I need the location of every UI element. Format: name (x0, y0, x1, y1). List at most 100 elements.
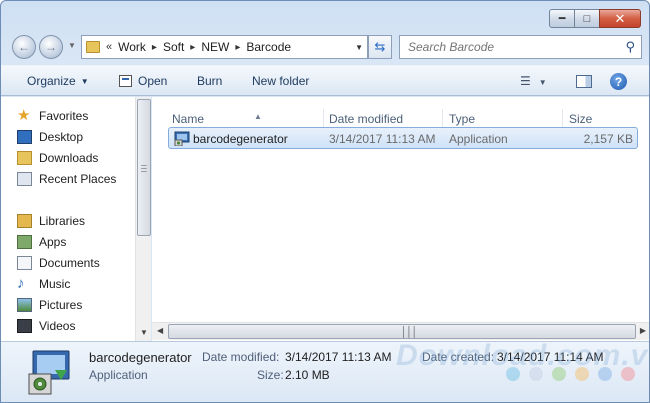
forward-button[interactable]: → (39, 35, 63, 59)
scroll-right-icon[interactable]: ▶ (640, 326, 646, 335)
grip-icon: ─ ─ ─ (141, 161, 147, 176)
nav-documents[interactable]: Documents (17, 254, 100, 272)
file-date-modified: 3/14/2017 11:13 AM (329, 132, 436, 146)
window-controls: ━ □ ✕ (549, 9, 641, 28)
nav-downloads-label: Downloads (39, 151, 99, 165)
nav-favorites-label: Favorites (39, 109, 89, 123)
new-folder-button[interactable]: New folder (252, 74, 309, 88)
burn-button[interactable]: Burn (197, 74, 222, 88)
watermark-dot (552, 367, 566, 381)
search-input[interactable] (406, 39, 626, 55)
nav-libraries-label: Libraries (39, 214, 86, 228)
chevron-down-icon: ▼ (80, 76, 89, 86)
search-box[interactable]: ⚲ (399, 35, 642, 59)
close-button[interactable]: ✕ (599, 9, 641, 28)
star-icon: ★ (17, 107, 31, 124)
view-options-icon: ☰ (520, 74, 531, 88)
details-size-value: 2.10 MB (285, 368, 330, 382)
breadcrumb-work[interactable]: Work (118, 40, 146, 54)
search-icon[interactable]: ⚲ (625, 39, 635, 55)
sort-ascending-icon: ▲ (254, 112, 262, 121)
table-row[interactable]: barcodegenerator 3/14/2017 11:13 AM Appl… (168, 127, 638, 149)
nav-music[interactable]: ♪ Music (17, 275, 71, 293)
file-type: Application (449, 132, 508, 146)
recent-pages-dropdown-icon[interactable]: ▼ (68, 41, 76, 50)
navigation-pane: ★ Favorites Desktop Downloads Recent Pla… (1, 97, 151, 341)
refresh-button[interactable]: ⇆ (368, 35, 392, 59)
horizontal-scroll-thumb[interactable]: │││ (168, 324, 636, 339)
file-list: ▲ Name Date modified Type Size barcodege… (152, 97, 649, 341)
recent-places-icon (17, 172, 32, 186)
breadcrumb-new[interactable]: NEW (201, 40, 229, 54)
watermark-dot (598, 367, 612, 381)
music-icon: ♪ (17, 275, 25, 292)
nav-pictures-label: Pictures (39, 298, 83, 312)
nav-recent-places-label: Recent Places (39, 172, 117, 186)
nav-documents-label: Documents (39, 256, 100, 270)
watermark-dot (529, 367, 543, 381)
address-overflow-icon[interactable]: « (106, 41, 112, 53)
downloads-folder-icon (17, 151, 32, 165)
breadcrumb-separator-icon[interactable]: ▸ (152, 42, 157, 53)
back-arrow-icon: ← (18, 40, 30, 54)
nav-downloads[interactable]: Downloads (17, 149, 99, 167)
organize-label: Organize (27, 74, 76, 88)
open-button[interactable]: Open (119, 74, 167, 88)
address-bar[interactable]: « Work ▸ Soft ▸ NEW ▸ Barcode ▼ (81, 35, 368, 59)
address-dropdown-icon[interactable]: ▼ (355, 43, 363, 52)
maximize-button[interactable]: □ (574, 9, 600, 28)
nav-libraries[interactable]: Libraries (17, 212, 86, 230)
preview-pane-icon[interactable] (576, 75, 592, 88)
column-header-size[interactable]: Size (563, 109, 643, 129)
breadcrumb-separator-icon[interactable]: ▸ (235, 42, 240, 53)
scroll-down-icon[interactable]: ▼ (140, 328, 148, 337)
breadcrumb-separator-icon[interactable]: ▸ (190, 42, 195, 53)
nav-scroll-thumb[interactable]: ─ ─ ─ (137, 99, 151, 236)
close-icon: ✕ (614, 10, 626, 26)
nav-music-label: Music (39, 277, 71, 291)
maximize-icon: □ (583, 12, 591, 25)
column-header-type[interactable]: Type (443, 109, 563, 129)
column-header-date-modified[interactable]: Date modified (323, 109, 443, 129)
nav-pictures[interactable]: Pictures (17, 296, 83, 314)
details-file-type: Application (89, 368, 148, 382)
nav-favorites[interactable]: ★ Favorites (17, 107, 89, 125)
open-icon (119, 75, 132, 87)
nav-recent-places[interactable]: Recent Places (17, 170, 117, 188)
forward-arrow-icon: → (45, 40, 57, 54)
burn-label: Burn (197, 74, 223, 88)
nav-videos-label: Videos (39, 319, 76, 333)
refresh-icon: ⇆ (374, 39, 386, 54)
help-icon[interactable]: ? (610, 73, 627, 90)
watermark-dot (621, 367, 635, 381)
videos-icon (17, 319, 32, 333)
change-view-button[interactable]: ☰ ▼ (520, 74, 547, 88)
nav-apps-label: Apps (39, 235, 67, 249)
details-date-modified-label: Date modified: (202, 350, 280, 364)
file-name: barcodegenerator (193, 132, 288, 146)
nav-desktop-label: Desktop (39, 130, 84, 144)
folder-icon (86, 41, 100, 53)
command-bar: Organize ▼ Open Burn New folder ☰ ▼ ? (1, 65, 649, 96)
organize-button[interactable]: Organize ▼ (27, 74, 89, 88)
column-header-name[interactable]: ▲ Name (166, 109, 324, 129)
installer-application-icon (174, 131, 190, 146)
pictures-icon (17, 298, 32, 312)
scroll-left-icon[interactable]: ◀ (157, 326, 163, 335)
nav-desktop[interactable]: Desktop (17, 128, 84, 146)
file-list-horizontal-scrollbar[interactable]: ◀ │││ ▶ (152, 322, 649, 340)
apps-library-icon (17, 235, 32, 249)
chevron-down-icon: ▼ (538, 78, 547, 87)
watermark-dot (506, 367, 520, 381)
nav-pane-scrollbar[interactable]: ─ ─ ─ ▼ (135, 97, 151, 341)
open-label: Open (138, 74, 168, 88)
desktop-icon (17, 130, 32, 144)
installer-application-large-icon (28, 350, 70, 395)
nav-videos[interactable]: Videos (17, 317, 76, 335)
back-button[interactable]: ← (12, 35, 36, 59)
documents-icon (17, 256, 32, 270)
breadcrumb-soft[interactable]: Soft (163, 40, 184, 54)
nav-apps[interactable]: Apps (17, 233, 67, 251)
breadcrumb-barcode[interactable]: Barcode (246, 40, 291, 54)
minimize-button[interactable]: ━ (549, 9, 575, 28)
